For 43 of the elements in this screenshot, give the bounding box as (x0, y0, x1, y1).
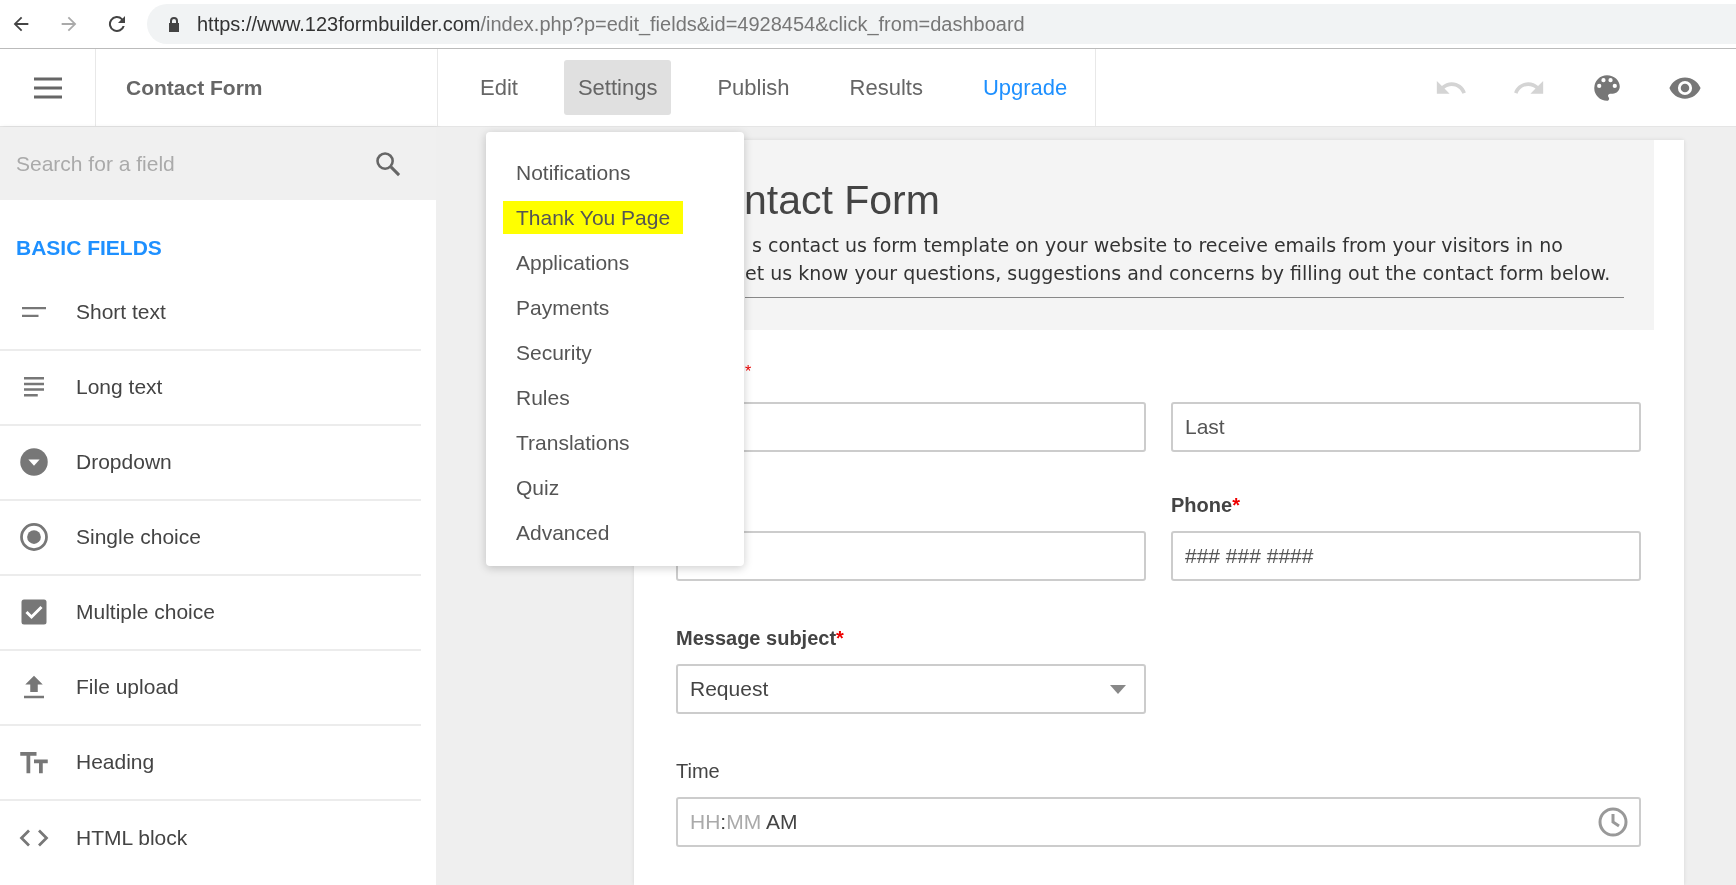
checkbox-icon (19, 597, 49, 627)
form-title: Contact Form (126, 74, 263, 101)
required-mark: * (745, 363, 752, 380)
menu-icon[interactable] (32, 76, 63, 99)
field-type-item[interactable]: Long text (0, 350, 421, 426)
field-type-item[interactable]: Multiple choice (0, 575, 421, 651)
address-field[interactable]: https://www.123formbuilder.com/index.php?p=edit_fields&id=4928454&click_from=dashboard (147, 4, 1736, 44)
menu-item[interactable]: Thank You Page (503, 200, 684, 235)
section-heading: BASIC FIELDS (15, 235, 163, 261)
menu-item[interactable]: Rules (503, 380, 583, 415)
field-type-item[interactable]: File upload (0, 650, 421, 726)
short-text-icon (22, 307, 46, 317)
menu-item[interactable]: Advanced (503, 515, 623, 550)
phone-field[interactable]: ### ### #### (1171, 531, 1641, 581)
form-description: s contact us form template on your website to receive emails from your visitors in no et us know your questions, suggestions and concerns by filling out the contact form below. (745, 231, 1624, 298)
subject-select[interactable]: Request (676, 664, 1146, 714)
field-label: Message subject* (676, 626, 845, 651)
field-type-item[interactable]: Single choice (0, 500, 421, 576)
search-icon[interactable] (374, 149, 402, 178)
field-type-item[interactable]: Short text (0, 275, 421, 351)
clock-icon[interactable] (1597, 806, 1629, 838)
menu-item[interactable]: Applications (503, 245, 643, 280)
nav-tab[interactable]: Results (835, 60, 937, 115)
field-label: Time (676, 759, 721, 784)
menu-item[interactable]: Translations (503, 425, 643, 460)
nav-tab[interactable]: Edit (466, 60, 532, 115)
dropdown-icon (19, 447, 49, 477)
nav-tab[interactable]: Settings (563, 60, 672, 115)
radio-icon (19, 522, 49, 552)
field-label: Phone* (1171, 493, 1241, 518)
menu-item[interactable]: Payments (503, 290, 623, 325)
nav-tab[interactable]: Publish (703, 60, 804, 115)
form-heading: ntact Form (744, 176, 941, 225)
menu-item[interactable]: Security (503, 335, 605, 370)
lock-icon (167, 16, 181, 32)
field-type-item[interactable]: Heading (0, 725, 421, 801)
field-type-item[interactable]: HTML block (0, 800, 421, 876)
time-field[interactable]: HH:MM AM (676, 797, 1641, 847)
menu-item[interactable]: Notifications (503, 155, 644, 190)
menu-item[interactable]: Quiz (503, 470, 573, 505)
caret-icon (1110, 684, 1126, 694)
last-name-field[interactable]: Last (1171, 402, 1641, 452)
field-type-item[interactable]: Dropdown (0, 425, 421, 501)
